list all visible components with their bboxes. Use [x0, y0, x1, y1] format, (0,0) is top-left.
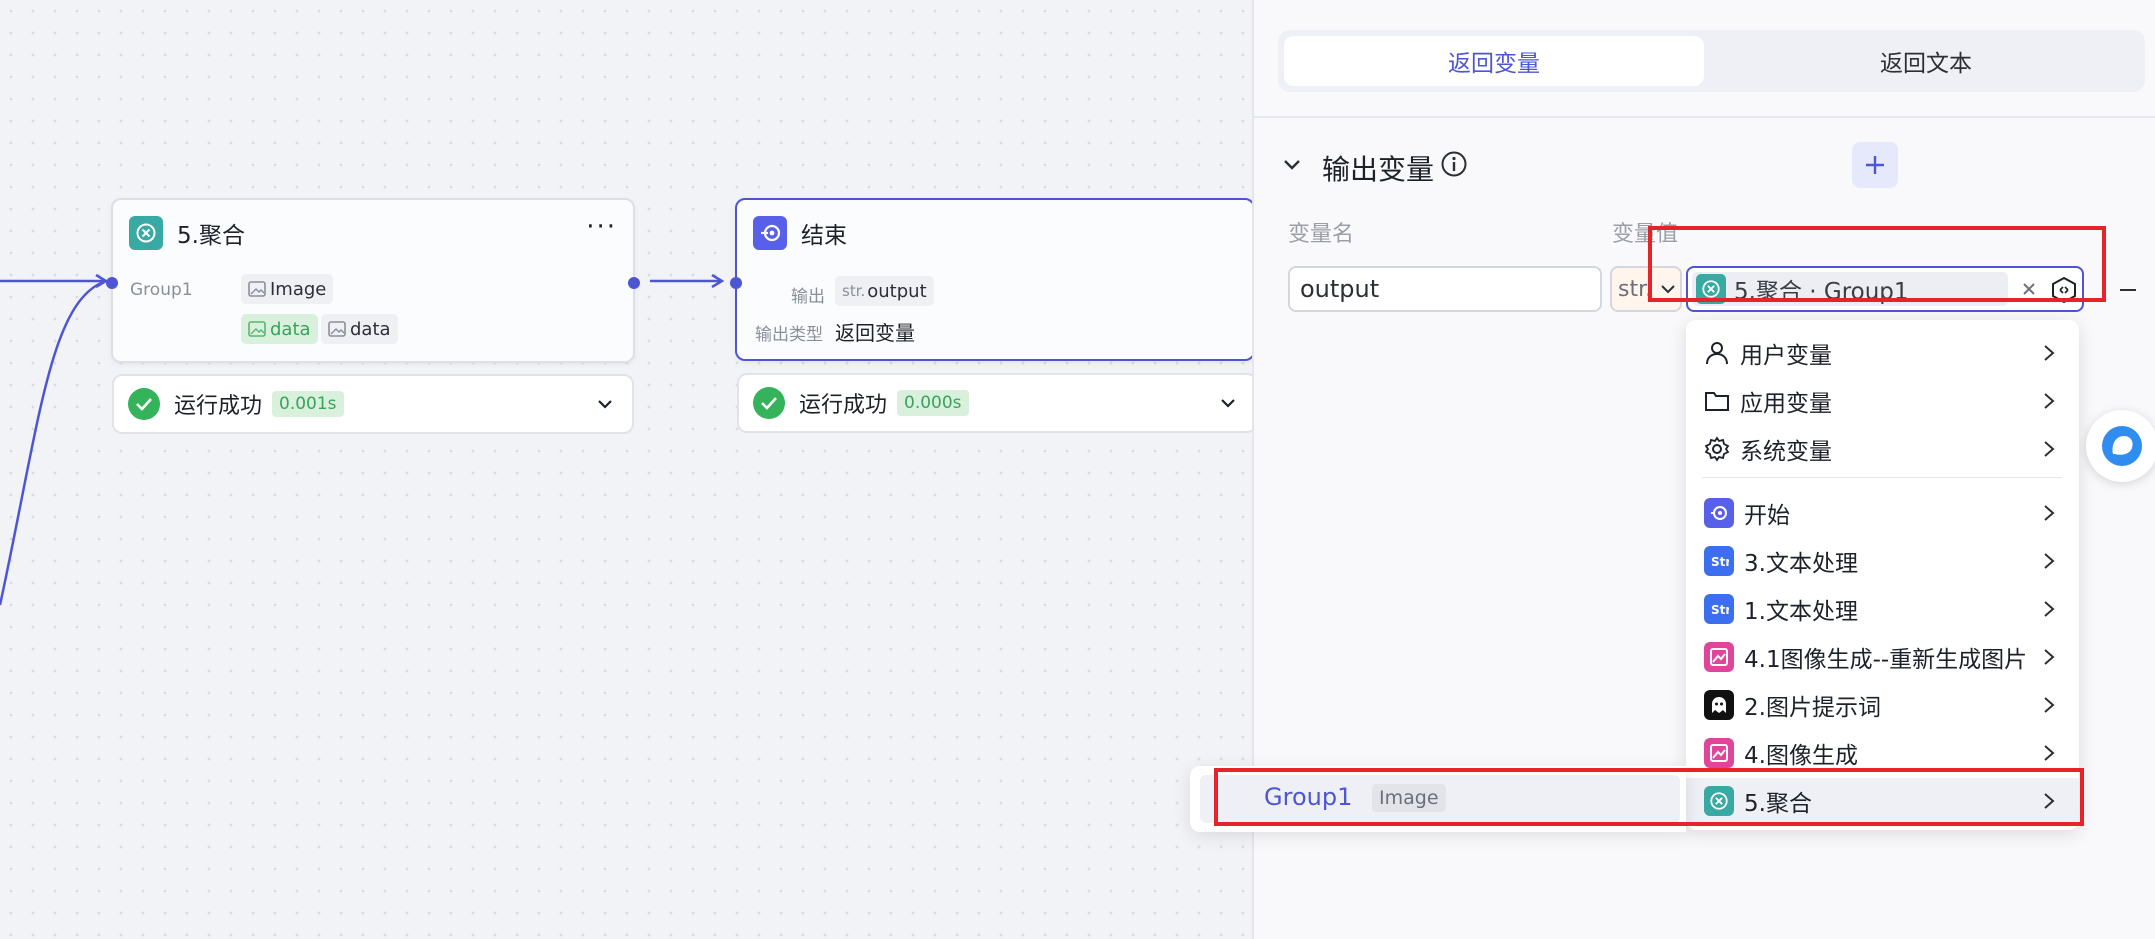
remove-row-icon[interactable] [2120, 289, 2136, 291]
text-process-icon: Str [1704, 546, 1734, 576]
plus-icon [1866, 156, 1884, 174]
chevron-down-icon [1221, 399, 1235, 408]
image-gen-icon [1704, 642, 1734, 672]
variable-picker-dropdown: 用户变量 应用变量 系统变量 开始 Str 3.文本处理 Str 1.文本处理 [1686, 320, 2079, 830]
end-icon [753, 216, 787, 250]
input-port[interactable] [730, 277, 742, 289]
variable-name-input[interactable]: output [1288, 266, 1602, 312]
aggregate-node[interactable]: 5.聚合 ··· Group1 Image data data [106, 198, 640, 363]
column-head-name: 变量名 [1288, 222, 1355, 247]
output-type-label: 输出类型 [755, 325, 823, 345]
menu-item-node-text-process-3[interactable]: Str 3.文本处理 [1686, 538, 2079, 584]
chevron-right-icon [2044, 745, 2055, 761]
add-variable-button[interactable] [1852, 142, 1898, 188]
output-label: 输出 [791, 287, 825, 307]
tab-return-text[interactable]: 返回文本 [1716, 36, 2136, 86]
gear-icon [1704, 436, 1730, 462]
node-title: 结束 [801, 223, 847, 249]
return-mode-tabs: 返回变量 返回文本 [1278, 30, 2145, 92]
svg-text:Str: Str [1711, 603, 1729, 617]
group-label: Group1 [130, 280, 193, 300]
success-check-icon [753, 387, 785, 419]
run-time-badge: 0.000s [897, 390, 969, 416]
chat-bubble-icon [2102, 426, 2142, 466]
aggregate-run-status[interactable]: 运行成功 0.001s [112, 374, 634, 434]
person-icon [1706, 342, 1728, 365]
floating-assistant-button[interactable] [2086, 410, 2155, 482]
chevron-right-icon [2044, 441, 2055, 457]
input-chip-data: data [321, 314, 398, 344]
highlight-box-value [1648, 226, 2106, 302]
input-port[interactable] [106, 277, 118, 289]
image-gen-icon [1704, 738, 1734, 768]
run-time-badge: 0.001s [272, 391, 344, 417]
highlight-box-aggregate [1214, 768, 2084, 826]
end-node[interactable]: 结束 输出 str. output 输出类型 返回变量 [730, 198, 1255, 361]
section-title: 输出变量 [1322, 153, 1435, 186]
menu-item-node-text-process-1[interactable]: Str 1.文本处理 [1686, 586, 2079, 632]
end-run-status[interactable]: 运行成功 0.000s [737, 373, 1257, 433]
output-type-value: 返回变量 [835, 321, 915, 345]
menu-item-node-start[interactable]: 开始 [1686, 490, 2079, 536]
more-options-icon[interactable]: ··· [586, 212, 617, 242]
chevron-right-icon [2044, 697, 2055, 713]
image-icon [248, 281, 266, 297]
menu-item-node-image-regen[interactable]: 4.1图像生成--重新生成图片 [1686, 634, 2079, 680]
status-text: 运行成功 [799, 393, 888, 418]
ghost-icon [1704, 690, 1734, 720]
collapse-chevron-icon[interactable] [1282, 154, 1302, 174]
text-process-icon: Str [1704, 594, 1734, 624]
menu-item-app-variables[interactable]: 应用变量 [1686, 378, 2079, 424]
workflow-edges [0, 0, 1260, 606]
chevron-right-icon [2044, 345, 2055, 361]
output-port[interactable] [628, 277, 640, 289]
svg-text:Str: Str [1711, 555, 1729, 569]
chevron-right-icon [2044, 553, 2055, 569]
menu-item-user-variables[interactable]: 用户变量 [1686, 330, 2079, 376]
menu-item-node-image-prompt[interactable]: 2.图片提示词 [1686, 682, 2079, 728]
node-title: 5.聚合 [177, 223, 245, 249]
divider [1254, 116, 2155, 118]
menu-item-system-variables[interactable]: 系统变量 [1686, 426, 2079, 472]
image-icon [248, 321, 266, 337]
chevron-right-icon [2044, 505, 2055, 521]
chevron-down-icon [598, 400, 612, 409]
aggregate-icon [129, 216, 163, 250]
divider [1702, 477, 2062, 478]
chevron-right-icon [2044, 601, 2055, 617]
tab-return-variable[interactable]: 返回变量 [1284, 36, 1704, 86]
input-chip-image: Image [241, 274, 334, 304]
folder-icon [1705, 392, 1729, 411]
start-icon [1704, 498, 1734, 528]
chevron-right-icon [2044, 393, 2055, 409]
chevron-right-icon [2044, 649, 2055, 665]
success-check-icon [128, 388, 160, 420]
status-text: 运行成功 [174, 394, 263, 419]
input-chip-data-green: data [241, 314, 318, 344]
image-icon [328, 321, 346, 337]
info-icon[interactable] [1440, 150, 1468, 178]
edge-incoming-curve [0, 279, 107, 606]
output-chip: str. output [835, 276, 934, 306]
